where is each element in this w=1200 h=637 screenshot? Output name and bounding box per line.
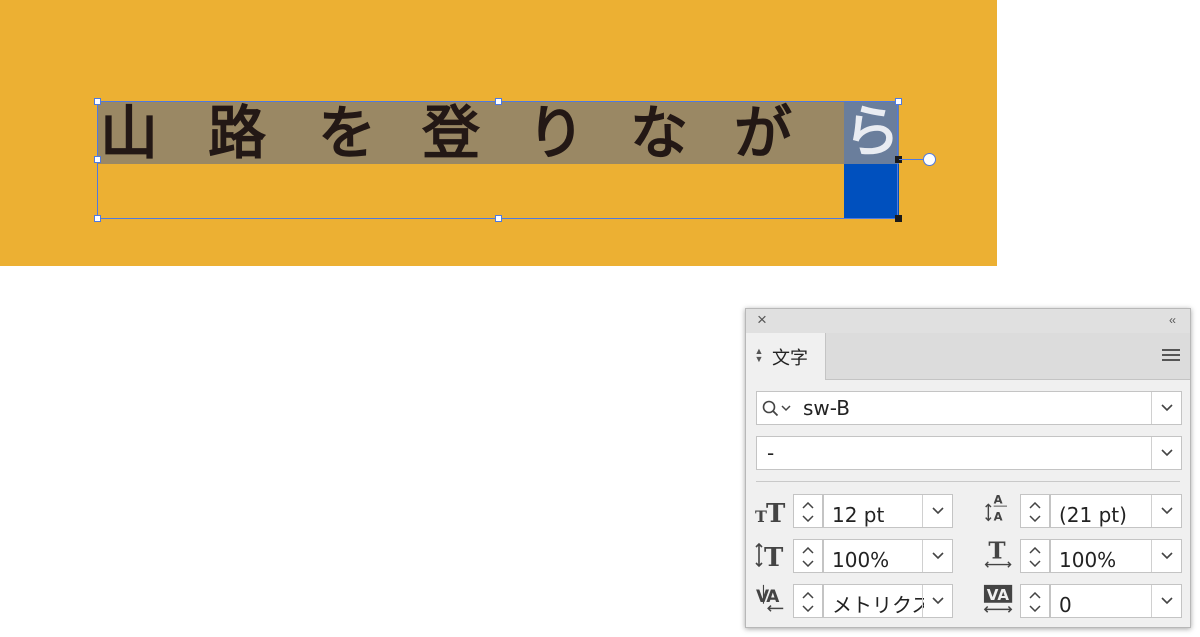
chevron-down-icon	[932, 597, 944, 605]
kerning-icon: V A	[756, 584, 784, 612]
svg-text:A: A	[994, 492, 1003, 506]
resize-handle-top-left[interactable]	[94, 98, 101, 105]
tracking-icon: VA	[983, 584, 1013, 613]
font-size-field[interactable]: 12 pt	[823, 494, 953, 528]
chevron-down-icon	[1161, 552, 1173, 560]
resize-handle-bottom-left[interactable]	[94, 215, 101, 222]
kerning-stepper[interactable]	[793, 584, 823, 618]
leading-dropdown[interactable]	[1151, 495, 1181, 527]
svg-text:T: T	[988, 537, 1005, 564]
leading-field[interactable]: (21 pt)	[1050, 494, 1182, 528]
font-size-dropdown[interactable]	[922, 495, 952, 527]
resize-handle-top[interactable]	[495, 98, 502, 105]
vertical-scale-field[interactable]: 100%	[823, 539, 953, 573]
font-style-dropdown[interactable]	[1151, 437, 1181, 469]
vertical-scale-stepper[interactable]	[793, 539, 823, 573]
panel-menu-icon[interactable]	[1162, 349, 1180, 362]
svg-text:A: A	[766, 586, 780, 606]
out-port-connector	[899, 159, 925, 160]
leading-stepper[interactable]	[1020, 494, 1050, 528]
font-style-value: -	[767, 441, 775, 465]
tracking-dropdown[interactable]	[1151, 585, 1181, 617]
horizontal-scale-field[interactable]: 100%	[1050, 539, 1182, 573]
tracking-field[interactable]: 0	[1050, 584, 1182, 618]
font-family-field[interactable]: sw-B	[756, 391, 1182, 425]
resize-handle-bottom[interactable]	[495, 215, 502, 222]
panel-titlebar[interactable]: × ‹‹	[746, 309, 1190, 334]
font-size-value: 12 pt	[832, 503, 885, 527]
panel-divider	[756, 481, 1180, 482]
tab-label: 文字	[772, 348, 808, 369]
resize-handle-left[interactable]	[94, 156, 101, 163]
font-family-dropdown[interactable]	[1151, 392, 1181, 424]
font-style-field[interactable]: -	[756, 436, 1182, 470]
svg-text:A: A	[994, 509, 1003, 523]
chevron-down-icon	[932, 507, 944, 515]
svg-text:VA: VA	[987, 586, 1010, 604]
horizontal-scale-stepper[interactable]	[1020, 539, 1050, 573]
search-icon[interactable]	[762, 400, 796, 418]
kerning-field[interactable]: メトリクス	[823, 584, 953, 618]
horizontal-scale-icon: T	[984, 537, 1012, 568]
chevron-down-icon	[1161, 449, 1173, 457]
font-size-stepper[interactable]	[793, 494, 823, 528]
svg-text:T: T	[764, 543, 784, 571]
resize-handle-bottom-right[interactable]	[895, 215, 902, 222]
leading-value: (21 pt)	[1059, 503, 1127, 527]
chevron-down-icon	[1161, 404, 1173, 412]
tab-character[interactable]: ▲ ▼ 文字	[746, 333, 826, 380]
leading-icon: A A	[985, 492, 1007, 523]
panel-tabbar: ▲ ▼ 文字	[746, 333, 1190, 380]
svg-text:T: T	[766, 499, 786, 527]
chevron-down-icon	[1161, 597, 1173, 605]
vertical-scale-dropdown[interactable]	[922, 540, 952, 572]
text-frame-bounding-box[interactable]	[97, 101, 898, 219]
kerning-dropdown[interactable]	[922, 585, 952, 617]
font-family-value: sw-B	[803, 396, 851, 420]
text-out-port[interactable]	[923, 153, 936, 166]
tracking-stepper[interactable]	[1020, 584, 1050, 618]
character-panel: × ‹‹ ▲ ▼ 文字 sw-B - T T 12 pt A A (21 pt)…	[745, 308, 1191, 628]
collapse-icon[interactable]: ‹‹	[1164, 312, 1180, 328]
vertical-scale-value: 100%	[832, 548, 890, 572]
horizontal-scale-dropdown[interactable]	[1151, 540, 1181, 572]
close-icon[interactable]: ×	[754, 311, 770, 328]
resize-handle-top-right[interactable]	[895, 98, 902, 105]
font-size-icon: T T	[755, 499, 786, 527]
tab-reorder-icon: ▲ ▼	[754, 346, 764, 364]
chevron-down-icon	[1161, 507, 1173, 515]
horizontal-scale-value: 100%	[1059, 548, 1117, 572]
tracking-value: 0	[1059, 593, 1072, 617]
kerning-value: メトリクス	[832, 593, 924, 617]
vertical-scale-icon: T	[755, 542, 784, 571]
chevron-down-icon	[932, 552, 944, 560]
